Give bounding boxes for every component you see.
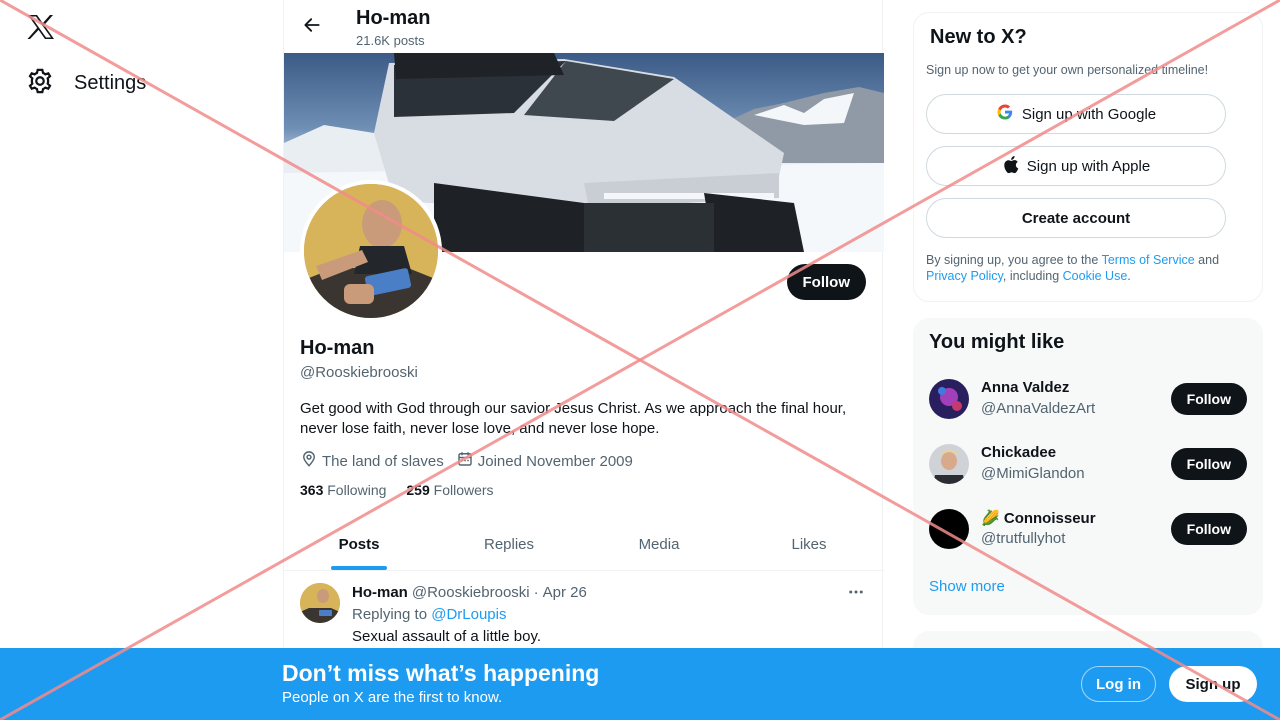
settings-label: Settings xyxy=(74,71,147,94)
google-logo-icon xyxy=(996,103,1014,125)
location-pin-icon xyxy=(300,450,318,472)
tab-replies[interactable]: Replies xyxy=(434,518,584,570)
signup-google-button[interactable]: Sign up with Google xyxy=(926,94,1226,134)
legal-prefix: By signing up, you agree to the xyxy=(926,253,1099,267)
legal-including: , including xyxy=(1002,269,1060,283)
following-count: 363 xyxy=(300,482,324,498)
tweet-author-name[interactable]: Ho-man xyxy=(352,584,408,601)
profile-header-bar: Ho-man 21.6K posts xyxy=(284,0,884,53)
suggestion-handle[interactable]: @MimiGlandon xyxy=(981,465,1085,482)
profile-avatar[interactable] xyxy=(300,180,442,322)
profile-name: Ho-man xyxy=(300,337,375,359)
login-button[interactable]: Log in xyxy=(1081,666,1156,702)
cookie-use-link[interactable]: Cookie Use xyxy=(1063,269,1128,283)
profile-location: The land of slaves xyxy=(300,450,444,472)
suggestion-follow-button[interactable]: Follow xyxy=(1170,513,1247,545)
tweet-more-button[interactable] xyxy=(844,582,868,606)
signup-google-label: Sign up with Google xyxy=(1021,105,1157,123)
suggestion-name-text: Connoisseur xyxy=(1003,510,1096,527)
signup-apple-label: Sign up with Apple xyxy=(1026,157,1151,175)
left-navigation: Settings xyxy=(0,0,283,720)
create-account-label: Create account xyxy=(1021,209,1131,227)
replying-to-link[interactable]: @DrLoupis xyxy=(431,606,506,623)
show-more-link[interactable]: Show more xyxy=(929,578,1005,595)
suggestion-item[interactable]: 🌽 Connoisseur @trutfullyhot Follow xyxy=(913,497,1263,562)
suggestion-avatar[interactable] xyxy=(929,444,969,484)
gear-icon xyxy=(26,67,54,100)
replying-prefix: Replying to xyxy=(352,606,428,623)
tweet-item[interactable]: Ho-man @Rooskiebrooski · Apr 26 Replying… xyxy=(284,572,884,652)
followers-count: 259 xyxy=(406,482,430,498)
tweet-replying-to: Replying to @DrLoupis xyxy=(352,606,506,623)
suggestion-name[interactable]: 🌽 Connoisseur xyxy=(981,509,1096,527)
suggestion-item[interactable]: Anna Valdez @AnnaValdezArt Follow xyxy=(913,367,1263,432)
tweet-avatar[interactable] xyxy=(300,583,340,623)
tweet-separator: · xyxy=(533,584,539,601)
more-horizontal-icon xyxy=(847,583,865,606)
tweet-author-handle[interactable]: @Rooskiebrooski xyxy=(412,584,530,601)
privacy-policy-link[interactable]: Privacy Policy xyxy=(926,269,1003,283)
profile-tabs: Posts Replies Media Likes xyxy=(284,518,884,571)
tab-posts[interactable]: Posts xyxy=(284,518,434,570)
suggestion-name[interactable]: Anna Valdez xyxy=(981,379,1069,396)
bottom-signup-banner: Don’t miss what’s happening People on X … xyxy=(0,648,1280,720)
x-logo-icon[interactable] xyxy=(26,13,58,45)
tab-media[interactable]: Media xyxy=(584,518,734,570)
bottom-banner-subtitle: People on X are the first to know. xyxy=(282,689,503,706)
apple-logo-icon xyxy=(1002,155,1019,178)
profile-joined: Joined November 2009 xyxy=(456,450,633,472)
follow-button[interactable]: Follow xyxy=(786,264,866,300)
suggestion-follow-button[interactable]: Follow xyxy=(1170,383,1247,415)
profile-bio: Get good with God through our savior Jes… xyxy=(300,400,847,437)
suggestion-avatar[interactable] xyxy=(929,509,969,549)
header-title: Ho-man xyxy=(356,7,431,29)
signup-legal-text: By signing up, you agree to the Terms of… xyxy=(926,252,1246,284)
who-to-follow-title: You might like xyxy=(929,331,1065,353)
create-account-button[interactable]: Create account xyxy=(926,198,1226,238)
signup-apple-button[interactable]: Sign up with Apple xyxy=(926,146,1226,186)
joined-text: Joined November 2009 xyxy=(477,452,633,470)
tweet-header: Ho-man @Rooskiebrooski · Apr 26 xyxy=(352,584,587,601)
signup-card-title: New to X? xyxy=(930,26,1027,48)
suggestion-handle[interactable]: @AnnaValdezArt xyxy=(981,400,1095,417)
tweet-date[interactable]: Apr 26 xyxy=(543,584,587,601)
suggestion-name[interactable]: Chickadee xyxy=(981,444,1056,461)
signup-card: New to X? Sign up now to get your own pe… xyxy=(913,12,1263,302)
who-to-follow-card: You might like Anna Valdez @AnnaValdezAr… xyxy=(913,318,1263,615)
settings-nav-item[interactable]: Settings xyxy=(26,64,146,102)
following-link[interactable]: 363 Following xyxy=(300,482,386,498)
corn-emoji-icon: 🌽 xyxy=(981,510,1000,527)
legal-and: and xyxy=(1198,253,1220,267)
suggestion-handle[interactable]: @trutfullyhot xyxy=(981,530,1065,547)
suggestion-item[interactable]: Chickadee @MimiGlandon Follow xyxy=(913,432,1263,497)
profile-main-column: Ho-man 21.6K posts Follow Ho-man @Rooski… xyxy=(283,0,884,720)
profile-meta: The land of slaves Joined November 2009 xyxy=(300,450,633,472)
profile-handle: @Rooskiebrooski xyxy=(300,364,418,381)
suggestion-avatar[interactable] xyxy=(929,379,969,419)
suggestion-follow-button[interactable]: Follow xyxy=(1170,448,1247,480)
back-button[interactable] xyxy=(296,11,328,43)
following-label: Following xyxy=(327,482,387,498)
terms-of-service-link[interactable]: Terms of Service xyxy=(1102,253,1195,267)
arrow-left-icon xyxy=(302,15,322,40)
signup-button[interactable]: Sign up xyxy=(1169,666,1257,702)
followers-label: Followers xyxy=(433,482,494,498)
profile-stats: 363 Following 259 Followers xyxy=(300,482,494,498)
legal-period: . xyxy=(1127,269,1131,283)
calendar-icon xyxy=(456,450,474,472)
header-posts-count: 21.6K posts xyxy=(356,33,425,48)
signup-card-subtitle: Sign up now to get your own personalized… xyxy=(926,63,1209,77)
bottom-banner-title: Don’t miss what’s happening xyxy=(282,660,600,686)
followers-link[interactable]: 259 Followers xyxy=(406,482,493,498)
tab-likes[interactable]: Likes xyxy=(734,518,884,570)
tweet-text: Sexual assault of a little boy. xyxy=(352,628,541,645)
location-text: The land of slaves xyxy=(322,452,444,470)
